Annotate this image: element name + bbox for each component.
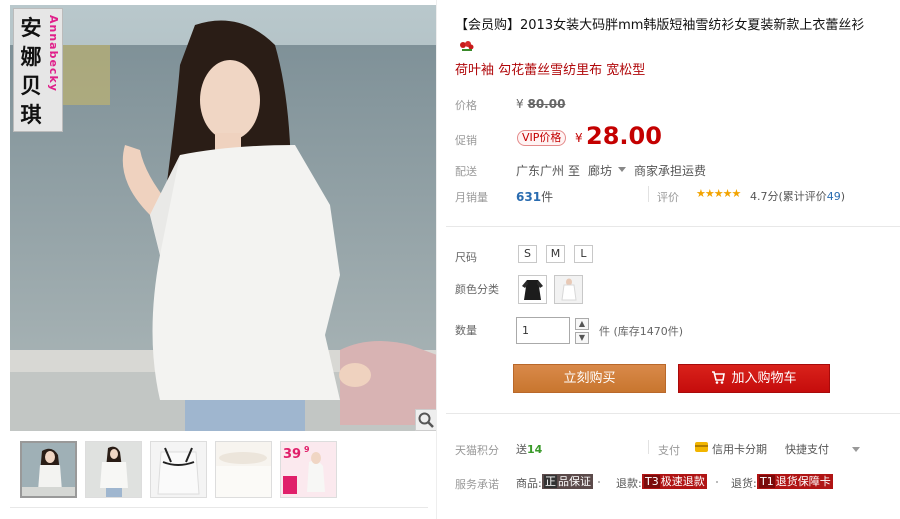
chevron-down-icon[interactable] <box>618 167 626 172</box>
size-label: 尺码 <box>455 251 477 264</box>
service-refund-label: 退款: <box>616 477 642 490</box>
color-option-black[interactable] <box>518 275 547 304</box>
size-option-l[interactable]: L <box>574 245 593 263</box>
review-suffix: ) <box>840 190 846 203</box>
separator-dot <box>598 481 600 483</box>
original-price-label: 价格 <box>455 99 477 112</box>
monthly-sales: 631件 <box>516 188 553 205</box>
credit-installment[interactable]: 信用卡分期 <box>712 441 767 457</box>
rating-summary[interactable]: 4.7分(累计评价49) <box>750 188 845 204</box>
badge-code: T1 <box>759 475 775 488</box>
gallery-divider <box>10 507 428 508</box>
badge-code: T3 <box>644 475 660 488</box>
promo-price-text: 39 <box>283 447 301 462</box>
rating-stars-icon: ★★★★★ <box>696 187 741 200</box>
points-prefix: 送 <box>516 443 527 456</box>
promo-price-suffix: 9 <box>304 445 310 454</box>
thumbnail-1[interactable] <box>20 441 77 498</box>
color-option-white[interactable] <box>554 275 583 304</box>
shipping-label: 配送 <box>455 165 477 178</box>
magnifier-icon[interactable] <box>415 409 437 431</box>
payment-divider <box>648 440 649 454</box>
section-divider-2 <box>446 413 900 414</box>
main-product-image[interactable]: 安 娜 贝 琪 Annabecky <box>10 5 437 431</box>
size-option-m[interactable]: M <box>546 245 565 263</box>
service-return-label: 退货: <box>731 477 757 490</box>
review-prefix: (累计评价 <box>778 190 827 203</box>
points-value: 14 <box>527 443 543 456</box>
quantity-decrease-button[interactable]: ▼ <box>575 332 589 344</box>
brand-watermark: 安 娜 贝 琪 Annabecky <box>13 8 63 132</box>
badge-text: 极速退款 <box>660 475 705 488</box>
review-label: 评价 <box>657 191 679 204</box>
product-title: 【会员购】2013女装大码胖mm韩版短袖雪纺衫女夏装新款上衣蕾丝衫 <box>455 18 865 33</box>
monthly-sales-label: 月销量 <box>455 191 488 204</box>
vip-badge: VIP价格 <box>517 130 567 146</box>
badge-text: 品保证 <box>558 475 591 488</box>
current-currency-symbol: ¥ <box>575 131 583 145</box>
shipping-fee: 商家承担运费 <box>634 164 707 178</box>
stock-info: 件 (库存1470件) <box>599 325 684 338</box>
points-info: 送14 <box>516 441 542 457</box>
badge-text: 退货保障卡 <box>775 475 831 488</box>
product-subtitle: 荷叶袖 勾花蕾丝雪纺里布 宽松型 <box>455 63 646 78</box>
add-to-cart-label: 加入购物车 <box>731 371 797 386</box>
genuine-guarantee-badge[interactable]: 正品保证 <box>542 474 593 489</box>
section-divider <box>446 226 900 227</box>
original-price-value: 80.00 <box>527 97 566 111</box>
fast-refund-badge[interactable]: T3 极速退款 <box>642 474 707 489</box>
shipping-destination-select[interactable]: 廊坊 <box>588 162 612 179</box>
badge-code: 正 <box>544 475 557 488</box>
quantity-increase-button[interactable]: ▲ <box>575 318 589 330</box>
points-label: 天猫积分 <box>455 444 499 457</box>
add-to-cart-button[interactable]: 加入购物车 <box>678 364 830 393</box>
thumbnail-5-promo[interactable]: 39 9 <box>280 441 337 498</box>
original-price: ¥ 80.00 <box>516 97 565 111</box>
return-guarantee-badge[interactable]: T1 退货保障卡 <box>757 474 833 489</box>
review-count: 49 <box>826 190 841 203</box>
thumbnail-2[interactable] <box>85 441 142 498</box>
monthly-sales-unit: 件 <box>541 190 554 204</box>
quantity-label: 数量 <box>455 324 477 337</box>
color-label: 颜色分类 <box>455 283 499 296</box>
thumbnail-4[interactable] <box>215 441 272 498</box>
column-divider <box>436 0 437 519</box>
brand-name-en: Annabecky <box>47 15 60 92</box>
brand-name-cn: 安 娜 贝 琪 <box>20 15 42 127</box>
payment-label: 支付 <box>658 444 680 457</box>
monthly-sales-count: 631 <box>516 190 542 204</box>
buy-now-button[interactable]: 立刻购买 <box>513 364 666 393</box>
quick-pay[interactable]: 快捷支付 <box>785 441 829 457</box>
rating-score: 4.7分 <box>750 190 779 203</box>
separator-dot <box>716 481 718 483</box>
cart-icon <box>711 367 726 394</box>
currency-symbol: ¥ <box>516 97 524 111</box>
service-label: 服务承诺 <box>455 478 499 491</box>
shipping-to-word: 至 <box>568 164 581 178</box>
credit-card-icon <box>695 442 708 452</box>
sales-divider <box>648 186 649 202</box>
shipping-origin: 广东广州 <box>516 164 565 178</box>
promo-price-label: 促销 <box>455 134 477 147</box>
thumbnail-3[interactable] <box>150 441 207 498</box>
service-goods-label: 商品: <box>516 477 542 490</box>
thumbnail-pointer <box>47 441 57 443</box>
size-option-s[interactable]: S <box>518 245 537 263</box>
quantity-input[interactable]: 1 <box>516 317 570 344</box>
current-price: 28.00 <box>586 122 662 150</box>
flower-icon <box>459 40 475 52</box>
chevron-down-icon[interactable] <box>852 447 860 452</box>
